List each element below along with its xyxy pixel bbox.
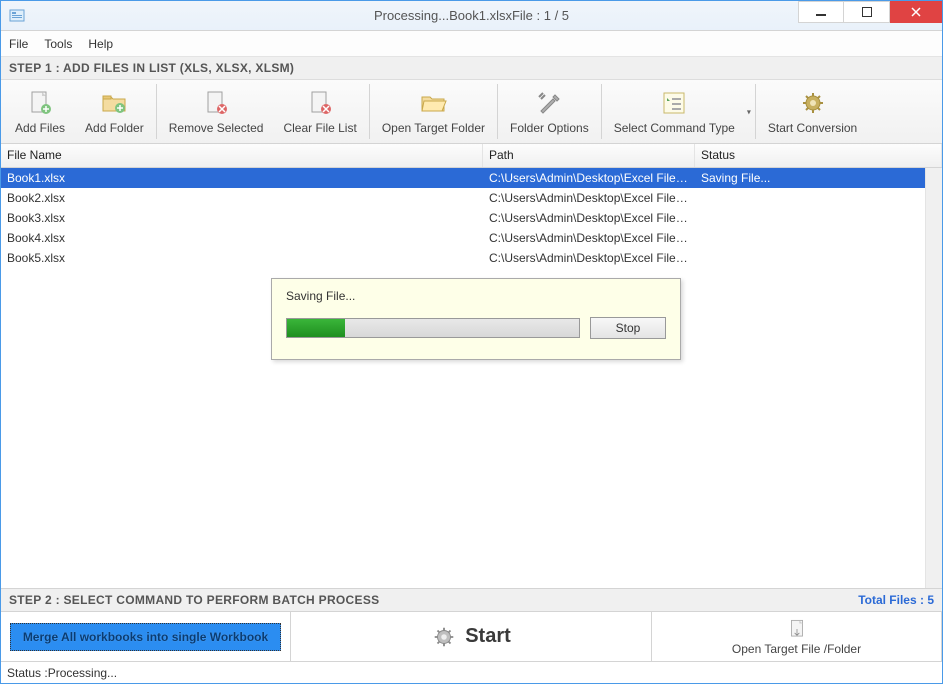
toolbar-separator (755, 84, 756, 139)
selected-command[interactable]: Merge All workbooks into single Workbook (10, 623, 281, 651)
menubar: File Tools Help (1, 31, 942, 57)
clear-file-list-button[interactable]: Clear File List (273, 80, 366, 143)
dropdown-arrow-icon: ▾ (747, 107, 751, 116)
file-add-icon (26, 89, 54, 117)
table-row[interactable]: Book3.xlsxC:\Users\Admin\Desktop\Excel F… (1, 208, 942, 228)
toolbar-separator (497, 84, 498, 139)
open-target-folder-label: Open Target Folder (382, 121, 485, 135)
table-row[interactable]: Book4.xlsxC:\Users\Admin\Desktop\Excel F… (1, 228, 942, 248)
cell-file-name: Book1.xlsx (1, 169, 483, 187)
add-files-label: Add Files (15, 121, 65, 135)
table-row[interactable]: Book2.xlsxC:\Users\Admin\Desktop\Excel F… (1, 188, 942, 208)
menu-tools[interactable]: Tools (44, 37, 72, 51)
vertical-scrollbar[interactable] (925, 168, 942, 588)
progress-fill (287, 319, 345, 337)
column-path[interactable]: Path (483, 144, 695, 167)
minimize-button[interactable] (798, 1, 844, 23)
menu-file[interactable]: File (9, 37, 28, 51)
cell-status (695, 256, 942, 260)
titlebar[interactable]: Processing...Book1.xlsxFile : 1 / 5 (1, 1, 942, 31)
column-status[interactable]: Status (695, 144, 942, 167)
table-header: File Name Path Status (1, 144, 942, 168)
statusbar: Status : Processing... (1, 661, 942, 683)
cell-status: Saving File... (695, 169, 942, 187)
toolbar-separator (369, 84, 370, 139)
progress-message: Saving File... (286, 289, 666, 303)
start-label: Start (465, 625, 511, 648)
cell-file-name: Book3.xlsx (1, 209, 483, 227)
toolbar-separator (156, 84, 157, 139)
cell-file-name: Book5.xlsx (1, 249, 483, 267)
window-root: Processing...Book1.xlsxFile : 1 / 5 File… (0, 0, 943, 684)
toolbar-separator (601, 84, 602, 139)
cell-file-name: Book4.xlsx (1, 229, 483, 247)
open-target-file-button[interactable]: Open Target File /Folder (652, 612, 942, 661)
add-folder-label: Add Folder (85, 121, 144, 135)
add-files-button[interactable]: Add Files (5, 80, 75, 143)
start-conversion-button[interactable]: Start Conversion (758, 80, 867, 143)
file-clear-icon (306, 89, 334, 117)
folder-options-button[interactable]: Folder Options (500, 80, 599, 143)
table-row[interactable]: Book1.xlsxC:\Users\Admin\Desktop\Excel F… (1, 168, 942, 188)
step2-header: STEP 2 : SELECT COMMAND TO PERFORM BATCH… (9, 593, 379, 607)
menu-help[interactable]: Help (88, 37, 113, 51)
clear-file-list-label: Clear File List (283, 121, 356, 135)
progress-dialog: Saving File... Stop (271, 278, 681, 360)
gear-icon (799, 89, 827, 117)
app-icon (9, 8, 25, 24)
window-controls (798, 1, 942, 30)
folder-add-icon (100, 89, 128, 117)
tools-icon (535, 89, 563, 117)
start-conversion-label: Start Conversion (768, 121, 857, 135)
folder-open-icon (419, 89, 447, 117)
close-button[interactable] (890, 1, 942, 23)
window-title: Processing...Book1.xlsxFile : 1 / 5 (374, 8, 569, 23)
table-body: Book1.xlsxC:\Users\Admin\Desktop\Excel F… (1, 168, 942, 268)
total-files: Total Files : 5 (858, 593, 934, 607)
select-command-type-label: Select Command Type (614, 121, 735, 135)
action-row: Merge All workbooks into single Workbook… (1, 611, 942, 661)
cell-path: C:\Users\Admin\Desktop\Excel Files\Book.… (483, 169, 695, 187)
status-prefix: Status : (7, 666, 48, 680)
cell-path: C:\Users\Admin\Desktop\Excel Files\Book.… (483, 209, 695, 227)
select-command-type-button[interactable]: Select Command Type ▾ (604, 80, 753, 143)
file-open-icon (786, 618, 808, 640)
cell-path: C:\Users\Admin\Desktop\Excel Files\Book.… (483, 229, 695, 247)
folder-options-label: Folder Options (510, 121, 589, 135)
maximize-button[interactable] (844, 1, 890, 23)
table-row[interactable]: Book5.xlsxC:\Users\Admin\Desktop\Excel F… (1, 248, 942, 268)
cell-file-name: Book2.xlsx (1, 189, 483, 207)
step1-header: STEP 1 : ADD FILES IN LIST (XLS, XLSX, X… (1, 57, 942, 80)
command-pill-cell: Merge All workbooks into single Workbook (1, 612, 291, 661)
cell-status (695, 196, 942, 200)
open-target-folder-button[interactable]: Open Target Folder (372, 80, 495, 143)
cell-status (695, 216, 942, 220)
gear-icon (431, 624, 457, 650)
progress-bar (286, 318, 580, 338)
status-value: Processing... (48, 666, 117, 680)
stop-button[interactable]: Stop (590, 317, 666, 339)
toolbar: Add Files Add Folder Remove Selected Cle… (1, 80, 942, 144)
file-remove-icon (202, 89, 230, 117)
start-button[interactable]: Start (291, 612, 652, 661)
column-file-name[interactable]: File Name (1, 144, 483, 167)
add-folder-button[interactable]: Add Folder (75, 80, 154, 143)
cell-path: C:\Users\Admin\Desktop\Excel Files\Book.… (483, 189, 695, 207)
remove-selected-label: Remove Selected (169, 121, 264, 135)
cell-status (695, 236, 942, 240)
file-table: File Name Path Status Book1.xlsxC:\Users… (1, 144, 942, 588)
open-target-label: Open Target File /Folder (732, 642, 861, 656)
remove-selected-button[interactable]: Remove Selected (159, 80, 274, 143)
checklist-icon (660, 89, 688, 117)
cell-path: C:\Users\Admin\Desktop\Excel Files\Book.… (483, 249, 695, 267)
step2-bar: STEP 2 : SELECT COMMAND TO PERFORM BATCH… (1, 588, 942, 611)
